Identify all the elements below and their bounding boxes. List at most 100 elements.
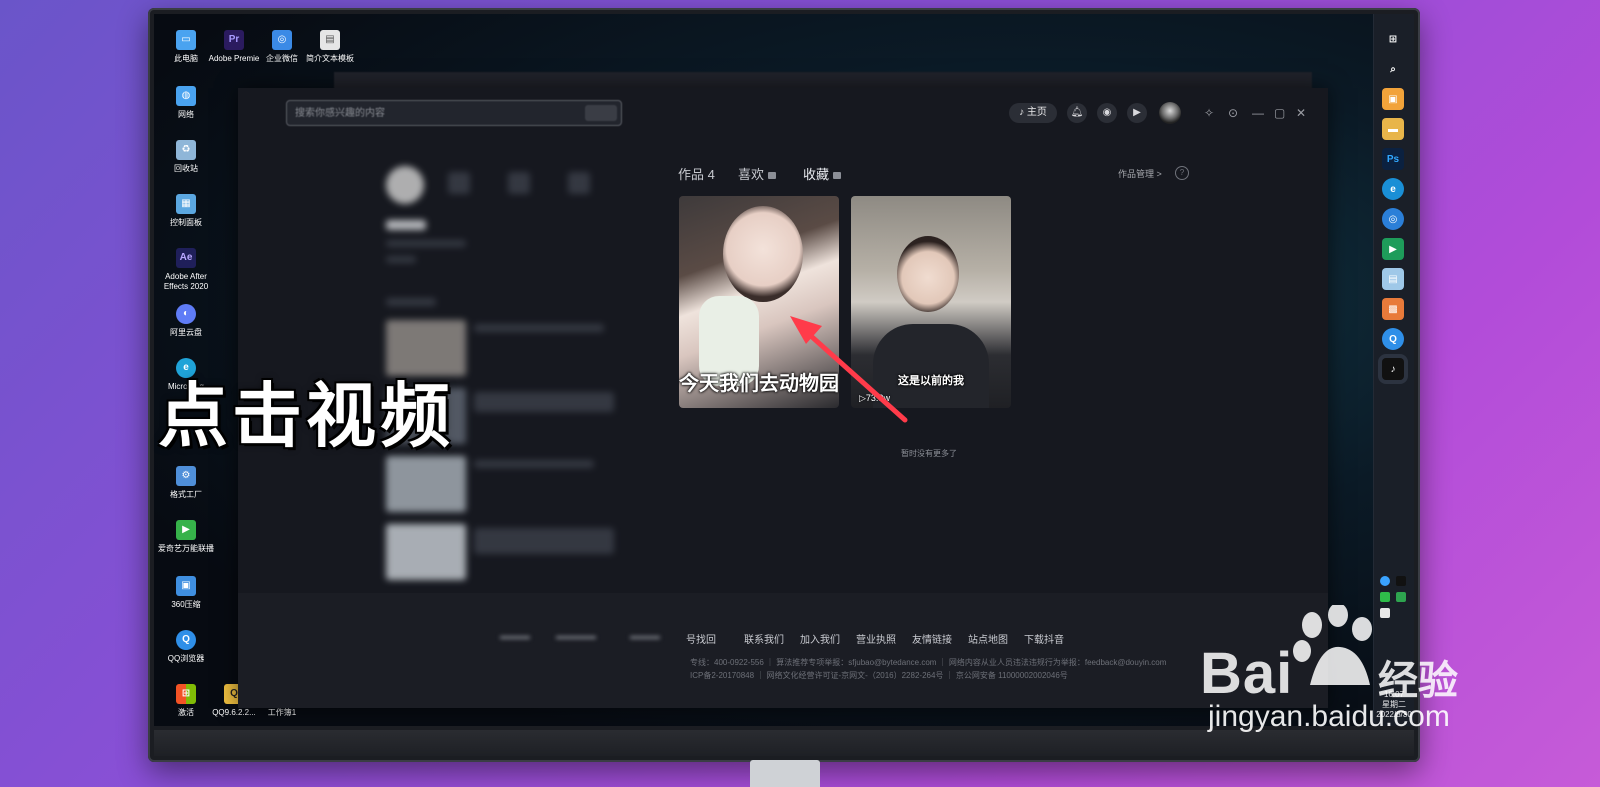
desktop-icon-aliyun[interactable]: ◐ 阿里云盘: [158, 304, 214, 338]
desktop-icon-network[interactable]: ◍ 网络: [158, 86, 214, 120]
desktop-icon-qq-browser[interactable]: Q QQ浏览器: [158, 630, 214, 664]
desktop-icon-label: 此电脑: [174, 54, 198, 63]
help-icon[interactable]: ?: [1175, 166, 1189, 180]
desktop-icon-recycle-bin[interactable]: ♻ 回收站: [158, 140, 214, 174]
qq-browser-icon[interactable]: Q: [1382, 328, 1404, 350]
footer-link-blurred: ▬▬▬▬: [556, 631, 596, 642]
desktop-icon-label: 激活: [178, 708, 194, 717]
desktop-icon-iqiyi[interactable]: ▶ 爱奇艺万能联播: [158, 520, 214, 554]
douyin-icon[interactable]: ♪: [1382, 358, 1404, 380]
footer-link[interactable]: 号找回: [686, 631, 716, 646]
footer-info-line: ICP备2-20170848 ｜ 网络文化经营许可证-京网文-（2016）228…: [690, 671, 1068, 680]
desktop-icon-after-effects[interactable]: Ae Adobe After Effects 2020: [158, 248, 214, 292]
desktop-icon-label: 工作簿1: [267, 708, 297, 717]
desktop-icon-label: 控制面板: [170, 218, 202, 227]
desktop-icon-format-factory[interactable]: ⚙ 格式工厂: [158, 466, 214, 500]
computer-icon: ▭: [176, 30, 196, 50]
windows-start-icon[interactable]: ⊞: [1382, 28, 1404, 50]
footer-link-blurred: ▬▬▬: [500, 631, 530, 642]
footer-link-blurred: ▬▬▬: [630, 631, 660, 642]
video-player-icon[interactable]: ▶: [1382, 238, 1404, 260]
desktop-icon-label: QQ9.6.2.2...: [212, 708, 256, 717]
monitor-stand: [750, 760, 820, 787]
video-caption: 这是以前的我: [898, 375, 964, 387]
profile-avatar: [386, 166, 424, 204]
maximize-icon[interactable]: ▢: [1274, 106, 1285, 120]
works-manage-link[interactable]: 作品管理 >: [1118, 167, 1162, 180]
footer-link[interactable]: 联系我们: [744, 631, 784, 646]
edge-icon[interactable]: e: [1382, 178, 1404, 200]
watermark-brand-text: Bai: [1200, 641, 1294, 706]
section-title: [386, 298, 436, 306]
home-button[interactable]: ♪ 主页: [1009, 103, 1057, 123]
footer-link[interactable]: 加入我们: [800, 631, 840, 646]
watermark-brand: Bai: [1200, 640, 1293, 707]
store-icon[interactable]: ▣: [1382, 88, 1404, 110]
bell-icon[interactable]: 🔔︎: [1067, 103, 1087, 123]
list-item-text: [474, 392, 614, 412]
footer-info-line: 专线：400-0922-556 ｜ 算法推荐专项举报：sfjubao@byted…: [690, 658, 1167, 667]
tray-icon[interactable]: [1396, 576, 1406, 586]
search-input[interactable]: 搜索你感兴趣的内容: [286, 100, 622, 126]
tab-likes[interactable]: 喜欢: [738, 164, 777, 183]
watermark-url: jingyan.baidu.com: [1208, 700, 1450, 733]
footer-link[interactable]: 站点地图: [968, 631, 1008, 646]
tab-label: 作品 4: [678, 167, 715, 182]
search-icon[interactable]: ⌕: [1382, 58, 1404, 80]
qq-browser-icon: Q: [176, 630, 196, 650]
desktop-icon-control-panel[interactable]: ▦ 控制面板: [158, 194, 214, 228]
user-avatar[interactable]: [1159, 102, 1181, 124]
tab-favorites[interactable]: 收藏: [803, 164, 842, 183]
footer-link[interactable]: 营业执照: [856, 631, 896, 646]
desktop-icon-label: 简介文本模板: [306, 54, 354, 63]
recycle-bin-icon: ♻: [176, 140, 196, 160]
desktop-icon-360zip[interactable]: ▣ 360压缩: [158, 576, 214, 610]
desktop-icon-label: 阿里云盘: [170, 328, 202, 337]
pin-icon[interactable]: ✧: [1204, 106, 1214, 120]
windows-icon: ⊞: [176, 684, 196, 704]
list-item-text: [474, 324, 604, 332]
search-placeholder: 搜索你感兴趣的内容: [295, 108, 385, 119]
video-thumbnail-face: [897, 236, 959, 312]
desktop-icon-label: 360压缩: [171, 600, 201, 609]
desktop-icon-template[interactable]: ▤ 简介文本模板: [302, 30, 358, 64]
desktop-icon-label: 格式工厂: [170, 490, 202, 499]
play-count-value: 73.3w: [865, 393, 890, 403]
tray-icon[interactable]: [1396, 592, 1406, 602]
footer-link[interactable]: 下载抖音: [1024, 631, 1064, 646]
tray-icon[interactable]: [1380, 592, 1390, 602]
desktop-icon-label: Adobe After Effects 2020: [163, 272, 209, 291]
video-thumbnail-face: [723, 206, 803, 302]
notepad-icon[interactable]: ▤: [1382, 268, 1404, 290]
video-card[interactable]: 这是以前的我 ▷73.3w: [851, 196, 1011, 408]
photoshop-icon[interactable]: Ps: [1382, 148, 1404, 170]
minimize-icon[interactable]: —: [1252, 106, 1264, 120]
tray-icon[interactable]: [1380, 576, 1390, 586]
video-caption: 今天我们去动物园: [679, 373, 839, 395]
aliyun-drive-icon: ◐: [176, 304, 196, 324]
footer-link[interactable]: 友情链接: [912, 631, 952, 646]
profile-stat: [508, 172, 530, 194]
settings-icon[interactable]: ⊙: [1228, 106, 1238, 120]
tab-works[interactable]: 作品 4: [678, 164, 715, 183]
document-icon: ▤: [320, 30, 340, 50]
app-header: 搜索你感兴趣的内容 ♪ 主页 🔔︎ ◉ ▶ ✧ ⊙ — ▢ ✕: [238, 88, 1328, 134]
after-effects-icon: Ae: [176, 248, 196, 268]
control-panel-icon: ▦: [176, 194, 196, 214]
browser-icon[interactable]: ◎: [1382, 208, 1404, 230]
search-button[interactable]: [585, 105, 617, 121]
video-camera-icon[interactable]: ▶: [1127, 103, 1147, 123]
tray-icon[interactable]: [1380, 608, 1390, 618]
desktop-icon-label: Adobe Premie: [208, 54, 260, 63]
wecom-icon: ◎: [272, 30, 292, 50]
paint-icon[interactable]: ▩: [1382, 298, 1404, 320]
network-icon: ◍: [176, 86, 196, 106]
message-icon[interactable]: ◉: [1097, 103, 1117, 123]
tab-label: 收藏: [803, 167, 830, 182]
format-factory-icon: ⚙: [176, 466, 196, 486]
folder-icon[interactable]: ▬: [1382, 118, 1404, 140]
app-footer: ▬▬▬ ▬▬▬▬ ▬▬▬ 号找回 联系我们 加入我们 营业执照 友情链接 站点地…: [238, 593, 1328, 708]
close-icon[interactable]: ✕: [1296, 106, 1306, 120]
video-card[interactable]: 今天我们去动物园: [679, 196, 839, 408]
iqiyi-icon: ▶: [176, 520, 196, 540]
